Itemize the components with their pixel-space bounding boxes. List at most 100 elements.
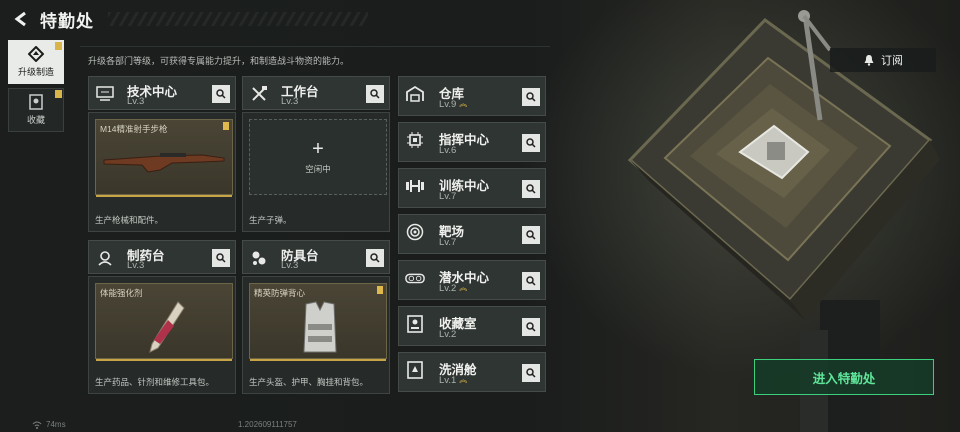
nav-label: 升级制造 [17, 67, 54, 77]
search-icon [526, 322, 536, 332]
page-title: 特勤处 [40, 11, 94, 31]
back-arrow-icon [14, 11, 26, 27]
chip-icon [405, 130, 425, 150]
wifi-icon [32, 421, 42, 429]
search-icon [370, 253, 380, 263]
subscribe-button[interactable]: 订阅 [830, 48, 936, 72]
search-button[interactable] [522, 180, 540, 198]
build-version: 1.202609111757 [238, 420, 297, 429]
dumbbell-icon [405, 176, 425, 196]
nav-upgrade-craft[interactable]: 升级制造 [8, 40, 64, 84]
ping-readout: 74ms [46, 420, 66, 429]
item-name: 体能强化剂 [100, 288, 143, 298]
monitor-icon [95, 84, 115, 104]
search-icon [526, 184, 536, 194]
workshop-desc: 生产子弹。 [249, 215, 292, 225]
notification-badge [55, 90, 62, 98]
facility-shooting-range[interactable]: 靶场 Lv.7 [398, 214, 546, 254]
warehouse-icon [405, 84, 425, 104]
search-icon [526, 368, 536, 378]
facility-level: Lv.1 [439, 375, 457, 386]
facility-collection-room[interactable]: 收藏室 Lv.2 [398, 306, 546, 346]
workshop-pharmacy[interactable]: 制药台 Lv.3 [88, 240, 236, 274]
workshop-body: 体能强化剂 生产药品、针剂和维修工具包。 [88, 276, 236, 394]
enter-label: 进入特勤处 [812, 371, 876, 386]
notification-badge [55, 42, 62, 50]
search-button[interactable] [522, 364, 540, 382]
search-button[interactable] [522, 88, 540, 106]
facility-diving-center[interactable]: 潜水中心 Lv.2 ︽ [398, 260, 546, 300]
facility-level: Lv.2 [439, 329, 457, 340]
facility-level-row: Lv.9 ︽ [439, 99, 467, 110]
search-button[interactable] [366, 85, 384, 103]
rifle-image [103, 153, 225, 173]
facility-level: Lv.2 [439, 283, 457, 294]
facility-level: Lv.6 [439, 145, 457, 156]
search-button[interactable] [522, 134, 540, 152]
workshop-desc: 生产枪械和配件。 [95, 215, 164, 225]
workshop-body: 精英防弹背心 生产头盔、护甲、胸挂和背包。 [242, 276, 390, 394]
facility-command-center[interactable]: 指挥中心 Lv.6 [398, 122, 546, 162]
search-icon [526, 230, 536, 240]
facility-level: Lv.9 [439, 99, 457, 110]
workshop-body: M14精准射手步枪 生产枪械和配件。 [88, 112, 236, 232]
upgrade-arrow-icon: ︽ [459, 99, 468, 109]
workshop-level: Lv.3 [127, 260, 145, 271]
back-button[interactable] [6, 4, 36, 34]
production-slot[interactable]: 精英防弹背心 [249, 283, 387, 361]
collection-nav-icon [28, 94, 44, 110]
microscope-icon [95, 248, 115, 268]
item-name: 精英防弹背心 [254, 288, 306, 298]
title-decoration [108, 12, 368, 26]
nav-label: 收藏 [26, 115, 45, 125]
production-slot-empty[interactable]: + 空闲中 [249, 119, 387, 195]
nav-collection[interactable]: 收藏 [8, 88, 64, 132]
search-button[interactable] [522, 272, 540, 290]
workshop-desc: 生产头盔、护甲、胸挂和背包。 [249, 377, 369, 387]
facility-level: Lv.7 [439, 237, 457, 248]
add-icon: + [312, 138, 324, 160]
facility-warehouse[interactable]: 仓库 Lv.9 ︽ [398, 76, 546, 116]
facility-decontamination-bay[interactable]: 洗消舱 Lv.1 ︽ [398, 352, 546, 392]
workshop-level: Lv.3 [281, 96, 299, 107]
search-button[interactable] [366, 249, 384, 267]
item-flag [223, 122, 229, 130]
upgrade-arrow-icon: ︽ [459, 283, 468, 293]
idle-label: 空闲中 [305, 164, 331, 174]
search-icon [526, 92, 536, 102]
search-button[interactable] [522, 318, 540, 336]
facility-level-row: Lv.2 ︽ [439, 283, 467, 294]
search-button[interactable] [212, 249, 230, 267]
facility-level: Lv.7 [439, 191, 457, 202]
search-button[interactable] [212, 85, 230, 103]
collection-icon [405, 314, 425, 334]
search-button[interactable] [522, 226, 540, 244]
tools-icon [249, 84, 269, 104]
facility-level-row: Lv.1 ︽ [439, 375, 467, 386]
item-flag [377, 286, 383, 294]
item-name: M14精准射手步枪 [100, 124, 168, 134]
facility-training-center[interactable]: 训练中心 Lv.7 [398, 168, 546, 208]
decontamination-icon [405, 360, 425, 380]
vest-image [303, 301, 337, 353]
target-icon [405, 222, 425, 242]
search-icon [216, 253, 226, 263]
workshop-armor-bench[interactable]: 防具台 Lv.3 [242, 240, 390, 274]
production-slot[interactable]: 体能强化剂 [95, 283, 233, 361]
production-slot[interactable]: M14精准射手步枪 [95, 119, 233, 197]
enter-special-ops-button[interactable]: 进入特勤处 [754, 359, 934, 395]
upgrade-icon [28, 46, 44, 62]
status-footer: 74ms 1.202609111757 [0, 418, 960, 432]
slot-underline [250, 359, 386, 361]
slot-underline [96, 195, 232, 197]
workshop-workbench[interactable]: 工作台 Lv.3 [242, 76, 390, 110]
top-bar: 特勤处 [0, 0, 960, 38]
side-nav: 升级制造 收藏 [8, 40, 64, 136]
workshop-tech-center[interactable]: 技术中心 Lv.3 [88, 76, 236, 110]
workshop-body: + 空闲中 生产子弹。 [242, 112, 390, 232]
workshop-desc: 生产药品、针剂和维修工具包。 [95, 377, 215, 387]
search-icon [526, 138, 536, 148]
bell-icon [864, 55, 874, 66]
search-icon [526, 276, 536, 286]
workshop-level: Lv.3 [127, 96, 145, 107]
